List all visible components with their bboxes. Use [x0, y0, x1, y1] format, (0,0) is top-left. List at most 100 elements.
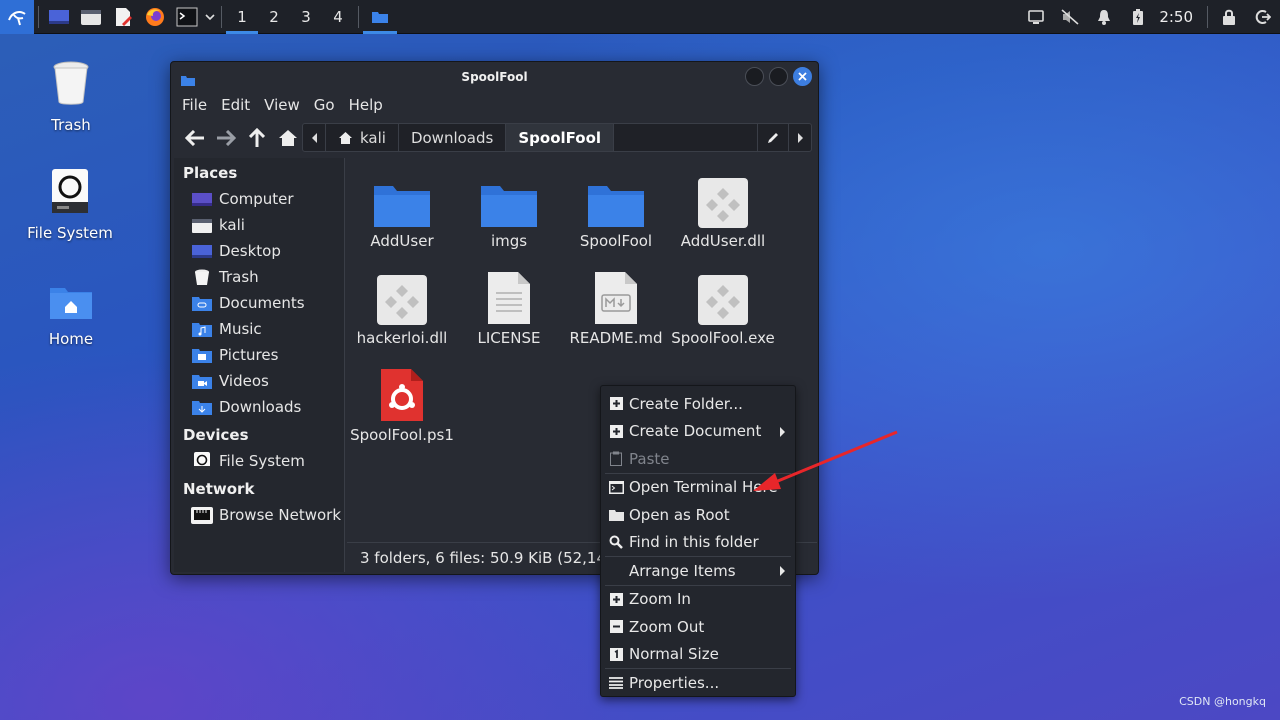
menu-file[interactable]: File	[175, 96, 214, 114]
file-item-adduser-dll[interactable]: AddUser.dll	[668, 166, 778, 250]
desktop-icon-home[interactable]: Home	[16, 284, 126, 348]
window-title: SpoolFool	[461, 70, 528, 84]
text-editor-launcher-icon[interactable]	[107, 0, 139, 34]
sidebar-item-videos[interactable]: Videos	[174, 368, 344, 394]
file-manager-launcher-icon[interactable]	[75, 0, 107, 34]
panel-separator	[221, 5, 222, 28]
file-name: AddUser	[370, 232, 434, 250]
maximize-button[interactable]	[769, 67, 788, 86]
menu-view[interactable]: View	[257, 96, 307, 114]
file-name: imgs	[490, 232, 528, 250]
terminal-launcher-icon[interactable]	[171, 0, 203, 34]
kali-menu-icon[interactable]	[0, 0, 34, 34]
logout-icon[interactable]	[1246, 0, 1280, 34]
menu-item-normal-size[interactable]: Normal Size	[601, 641, 795, 669]
forward-arrow-icon[interactable]	[210, 123, 241, 153]
computer-icon	[191, 191, 213, 208]
menu-item-arrange-items[interactable]: Arrange Items	[601, 557, 795, 585]
menu-go[interactable]: Go	[307, 96, 342, 114]
sidebar-section-places: Places	[183, 164, 238, 182]
desktop-icon-trash[interactable]: Trash	[16, 60, 126, 134]
battery-icon[interactable]	[1121, 0, 1155, 34]
notifications-bell-icon[interactable]	[1087, 0, 1121, 34]
sidebar-item-label: Documents	[219, 294, 305, 312]
sidebar-item-desktop[interactable]: Desktop	[174, 238, 344, 264]
menu-edit[interactable]: Edit	[214, 96, 257, 114]
desktop-icon-file-system[interactable]: File System	[15, 168, 125, 242]
chevron-right-icon[interactable]	[788, 124, 811, 151]
close-button[interactable]	[793, 67, 812, 86]
file-item-adduser[interactable]: AddUser	[347, 166, 457, 250]
menu-item-find-in-folder[interactable]: Find in this folder	[601, 529, 795, 557]
menu-item-open-as-root[interactable]: Open as Root	[601, 501, 795, 529]
sidebar-item-pictures[interactable]: Pictures	[174, 342, 344, 368]
volume-muted-icon[interactable]	[1053, 0, 1087, 34]
sidebar-item-trash[interactable]: Trash	[174, 264, 344, 290]
breadcrumb-downloads[interactable]: Downloads	[399, 124, 507, 151]
file-item-readme[interactable]: README.md	[561, 263, 671, 347]
desktop-icon-label: File System	[27, 224, 113, 242]
firefox-launcher-icon[interactable]	[139, 0, 171, 34]
chevron-left-icon[interactable]	[303, 124, 326, 151]
breadcrumb-spoolfool[interactable]: SpoolFool	[506, 124, 615, 151]
desktop-icon	[191, 243, 213, 260]
file-item-license[interactable]: LICENSE	[454, 263, 564, 347]
sidebar-item-music[interactable]: Music	[174, 316, 344, 342]
sidebar-item-label: Browse Network	[219, 506, 342, 524]
network-icon	[191, 506, 213, 524]
breadcrumb-kali[interactable]: kali	[326, 124, 399, 151]
menu-help[interactable]: Help	[342, 96, 390, 114]
file-name: SpoolFool.ps1	[350, 426, 454, 444]
panel-clock[interactable]: 2:50	[1155, 8, 1203, 26]
sidebar-item-kali[interactable]: kali	[174, 212, 344, 238]
minimize-button[interactable]	[745, 67, 764, 86]
workspace-3-button[interactable]: 3	[290, 0, 322, 34]
folder-icon	[454, 166, 564, 228]
menu-item-label: Normal Size	[629, 645, 719, 664]
watermark: CSDN @hongkq	[1179, 695, 1266, 708]
sidebar-item-file-system[interactable]: File System	[174, 448, 344, 474]
show-desktop-icon[interactable]	[43, 0, 75, 34]
file-name: LICENSE	[477, 329, 541, 347]
file-item-spoolfool-exe[interactable]: SpoolFool.exe	[668, 263, 778, 347]
up-arrow-icon[interactable]	[241, 123, 272, 153]
workspace-1-button[interactable]: 1	[226, 0, 258, 34]
plus-icon	[608, 396, 624, 412]
file-item-imgs[interactable]: imgs	[454, 166, 564, 250]
edit-location-pencil-icon[interactable]	[757, 124, 788, 151]
breadcrumb-spacer	[614, 124, 757, 151]
lock-screen-icon[interactable]	[1212, 0, 1246, 34]
music-folder-icon	[191, 321, 213, 338]
breadcrumb-label: kali	[360, 128, 386, 147]
menu-bar: File Edit View Go Help	[171, 92, 818, 118]
sidebar-item-computer[interactable]: Computer	[174, 186, 344, 212]
home-icon[interactable]	[272, 123, 303, 153]
markdown-file-icon	[561, 263, 671, 325]
display-icon[interactable]	[1019, 0, 1053, 34]
sidebar-section-network: Network	[183, 480, 255, 498]
desktop-icon-label: Home	[48, 330, 94, 348]
back-arrow-icon[interactable]	[179, 123, 210, 153]
chevron-down-icon[interactable]	[203, 0, 217, 34]
terminal-icon	[608, 479, 624, 495]
workspace-4-button[interactable]: 4	[322, 0, 354, 34]
menu-item-zoom-out[interactable]: Zoom Out	[601, 613, 795, 641]
file-item-spoolfool-folder[interactable]: SpoolFool	[561, 166, 671, 250]
sidebar-item-documents[interactable]: Documents	[174, 290, 344, 316]
file-item-hackerloi-dll[interactable]: hackerloi.dll	[347, 263, 457, 347]
zoom-in-icon	[608, 591, 624, 607]
menu-item-properties[interactable]: Properties...	[601, 669, 795, 697]
script-file-icon	[347, 360, 457, 422]
menu-item-zoom-in[interactable]: Zoom In	[601, 586, 795, 614]
submenu-arrow-icon	[780, 566, 785, 576]
window-titlebar[interactable]: SpoolFool	[171, 62, 818, 92]
zoom-out-icon	[608, 619, 624, 635]
sidebar-item-downloads[interactable]: Downloads	[174, 394, 344, 420]
workspace-2-button[interactable]: 2	[258, 0, 290, 34]
folder-icon	[608, 507, 624, 523]
annotation-arrow	[753, 430, 898, 491]
taskbar-window-spoolfool[interactable]	[363, 0, 397, 34]
menu-item-create-folder[interactable]: Create Folder...	[601, 390, 795, 418]
file-item-spoolfool-ps1[interactable]: SpoolFool.ps1	[347, 360, 457, 444]
sidebar-item-browse-network[interactable]: Browse Network	[174, 502, 344, 528]
